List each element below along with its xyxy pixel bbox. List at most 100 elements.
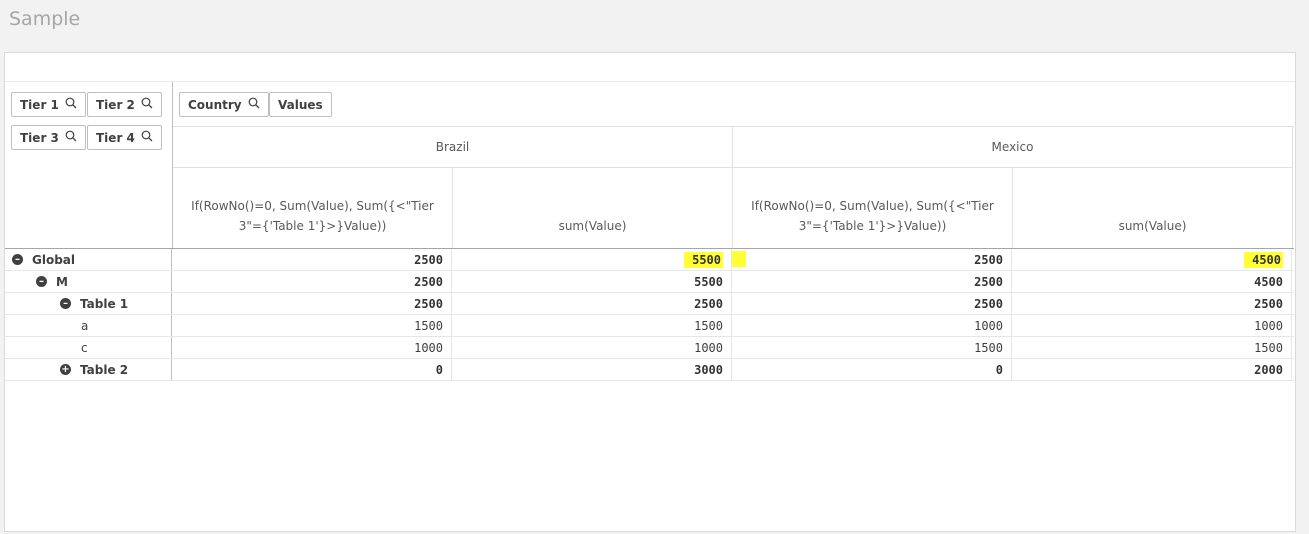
table-cell: 0 xyxy=(732,359,1012,380)
table-row: – Global 2500 5500 2500 4500 xyxy=(5,249,1294,271)
cell-value: 5500 xyxy=(694,274,723,289)
column-dimension-bar: Country Values xyxy=(173,82,1294,127)
table-cell: 1500 xyxy=(1012,337,1292,358)
cell-value: 2500 xyxy=(974,252,1003,267)
table-cell: 1000 xyxy=(452,337,732,358)
table-cell: 2500 xyxy=(732,271,1012,292)
highlighted-cell-value: 4500 xyxy=(1250,251,1283,268)
highlight-mark xyxy=(732,251,746,267)
table-cell: 1000 xyxy=(1012,315,1292,336)
dimension-chip-tier-2[interactable]: Tier 2 xyxy=(87,92,162,117)
cell-value: 2500 xyxy=(974,274,1003,289)
dimension-chip-label: Tier 2 xyxy=(96,97,135,112)
dimension-chip-label: Tier 4 xyxy=(96,130,135,145)
table-cell: 1000 xyxy=(732,315,1012,336)
row-label: c xyxy=(81,340,88,355)
cell-value: 4500 xyxy=(1254,274,1283,289)
cell-value: 2000 xyxy=(1254,362,1283,377)
table-cell: 2500 xyxy=(452,293,732,314)
table-cell: 4500 xyxy=(1012,249,1292,270)
cell-value: 1000 xyxy=(694,340,723,355)
row-label: Table 1 xyxy=(80,296,129,311)
row-label: a xyxy=(81,318,89,333)
cell-value: 1500 xyxy=(974,340,1003,355)
cell-value: 1500 xyxy=(1254,340,1283,355)
cell-value: 0 xyxy=(435,362,443,377)
search-icon[interactable] xyxy=(65,97,77,112)
table-cell: 4500 xyxy=(1012,271,1292,292)
column-divider xyxy=(1292,127,1293,248)
cell-value: 1000 xyxy=(1254,318,1283,333)
table-cell: 2500 xyxy=(172,271,452,292)
table-row: c 1000 1000 1500 1500 xyxy=(5,337,1294,359)
search-icon[interactable] xyxy=(248,97,260,112)
collapse-icon[interactable]: – xyxy=(60,298,71,309)
search-icon[interactable] xyxy=(141,130,153,145)
cell-value: 2500 xyxy=(974,296,1003,311)
row-header-m[interactable]: – M xyxy=(5,271,172,292)
collapse-icon[interactable]: – xyxy=(36,276,47,287)
table-row: a 1500 1500 1000 1000 xyxy=(5,315,1294,337)
row-label: Table 2 xyxy=(80,362,129,377)
cell-value: 2500 xyxy=(694,296,723,311)
dimension-chip-label: Tier 1 xyxy=(20,97,59,112)
pivot-table-panel: Tier 1 Tier 2 Tier 3 Tier 4 Country Valu… xyxy=(4,52,1296,532)
row-header-table-1[interactable]: – Table 1 xyxy=(5,293,172,314)
table-cell: 1000 xyxy=(172,337,452,358)
cell-value: 2500 xyxy=(414,252,443,267)
column-chip-values[interactable]: Values xyxy=(269,92,332,117)
table-cell: 2500 xyxy=(172,249,452,270)
table-cell: 5500 xyxy=(452,249,732,270)
app-title: Sample xyxy=(9,8,81,30)
measure-header-expression[interactable]: If(RowNo()=0, Sum(Value), Sum({<"Tier 3"… xyxy=(173,168,452,248)
column-divider xyxy=(732,127,733,248)
cell-value: 1500 xyxy=(694,318,723,333)
table-body: – Global 2500 5500 2500 4500 – M 2500 55… xyxy=(5,249,1294,381)
row-header-table-2[interactable]: + Table 2 xyxy=(5,359,172,380)
measure-header-sum[interactable]: sum(Value) xyxy=(1013,168,1292,248)
country-header-brazil[interactable]: Brazil xyxy=(173,127,732,168)
measure-header-expression[interactable]: If(RowNo()=0, Sum(Value), Sum({<"Tier 3"… xyxy=(733,168,1012,248)
table-cell: 1500 xyxy=(172,315,452,336)
cell-value: 1000 xyxy=(974,318,1003,333)
row-header-c[interactable]: c xyxy=(5,337,172,358)
collapse-icon[interactable]: – xyxy=(12,254,23,265)
table-row: – M 2500 5500 2500 4500 xyxy=(5,271,1294,293)
dimension-chip-tier-1[interactable]: Tier 1 xyxy=(11,92,86,117)
column-divider xyxy=(1012,168,1013,248)
cell-value: 2500 xyxy=(414,274,443,289)
search-icon[interactable] xyxy=(65,130,77,145)
cell-value: 3000 xyxy=(694,362,723,377)
search-icon[interactable] xyxy=(141,97,153,112)
table-cell: 2500 xyxy=(732,249,1012,270)
table-cell: 2500 xyxy=(172,293,452,314)
table-cell: 3000 xyxy=(452,359,732,380)
cell-value: 2500 xyxy=(1254,296,1283,311)
column-chip-country[interactable]: Country xyxy=(179,92,269,117)
column-chip-label: Values xyxy=(278,97,323,112)
column-divider xyxy=(452,168,453,248)
measure-header-sum[interactable]: sum(Value) xyxy=(453,168,732,248)
table-cell: 2500 xyxy=(1012,293,1292,314)
country-header-mexico[interactable]: Mexico xyxy=(733,127,1292,168)
dimension-chip-tier-4[interactable]: Tier 4 xyxy=(87,125,162,150)
row-label: M xyxy=(56,274,68,289)
row-label: Global xyxy=(32,252,76,267)
table-cell: 5500 xyxy=(452,271,732,292)
table-cell: 1500 xyxy=(732,337,1012,358)
row-header-a[interactable]: a xyxy=(5,315,172,336)
expand-icon[interactable]: + xyxy=(60,364,71,375)
highlighted-cell-value: 5500 xyxy=(690,251,723,268)
dimension-chip-tier-3[interactable]: Tier 3 xyxy=(11,125,86,150)
cell-value: 2500 xyxy=(414,296,443,311)
table-cell: 2500 xyxy=(732,293,1012,314)
dimension-chip-label: Tier 3 xyxy=(20,130,59,145)
cell-value: 0 xyxy=(995,362,1003,377)
table-cell: 0 xyxy=(172,359,452,380)
column-header-area: Country Values Brazil Mexico If(RowNo()=… xyxy=(173,82,1294,248)
row-header-global[interactable]: – Global xyxy=(5,249,172,270)
table-cell: 1500 xyxy=(452,315,732,336)
panel-top-strip xyxy=(5,53,1295,82)
table-row: – Table 1 2500 2500 2500 2500 xyxy=(5,293,1294,315)
cell-value: 1000 xyxy=(414,340,443,355)
